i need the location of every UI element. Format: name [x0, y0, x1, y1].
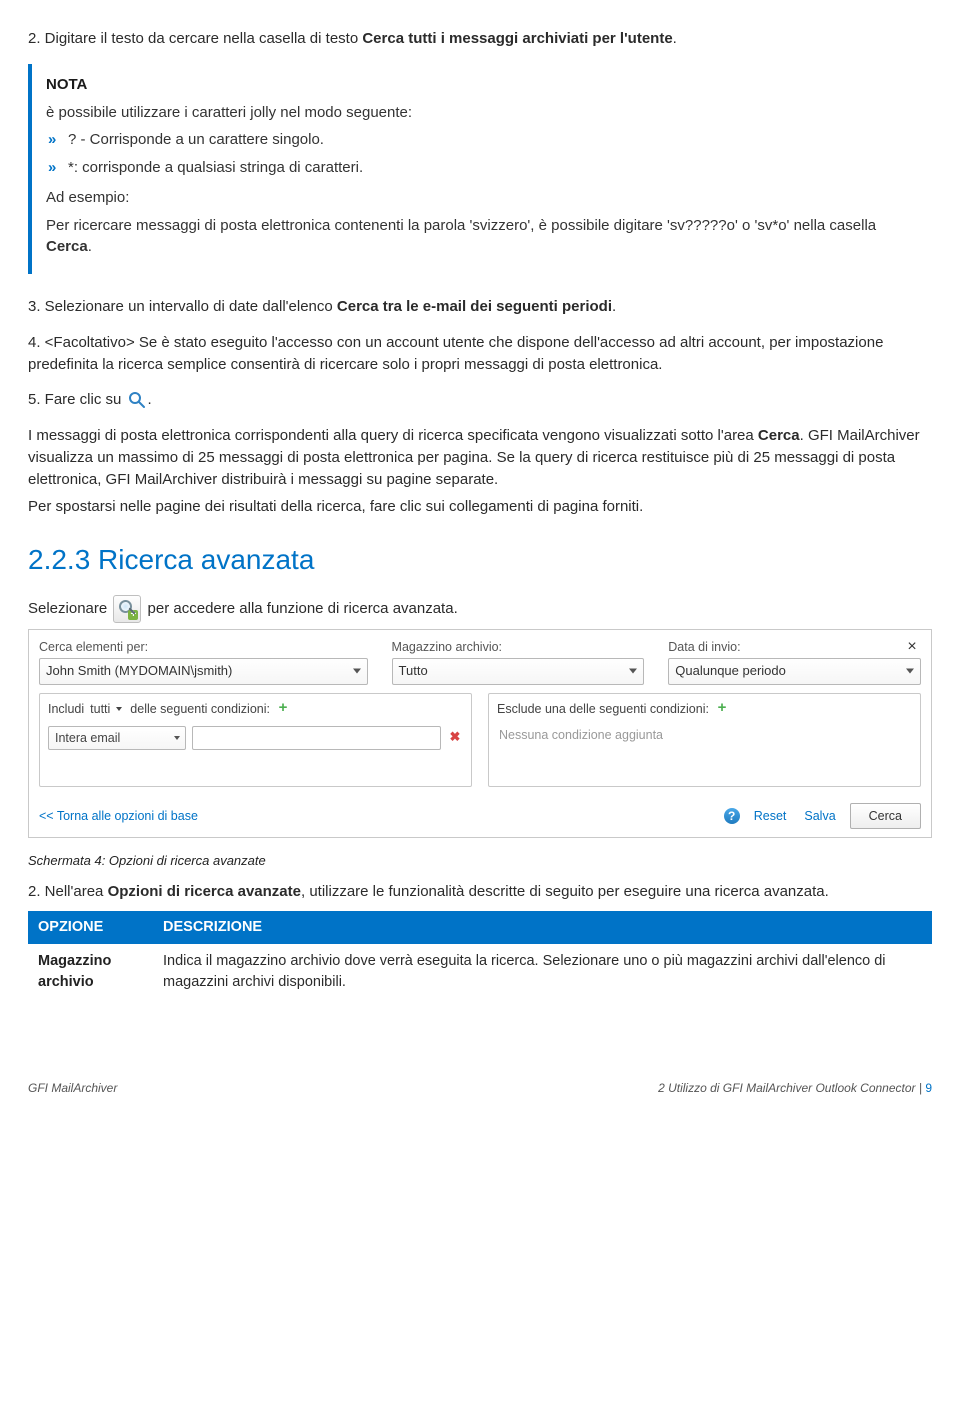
- advanced-search-icon: +: [113, 595, 141, 623]
- footer-right-text: 2 Utilizzo di GFI MailArchiver Outlook C…: [658, 1081, 915, 1095]
- step-2-bold: Cerca tutti i messaggi archiviati per l'…: [362, 30, 672, 47]
- archive-store-label: Magazzino archivio:: [392, 638, 645, 656]
- magnifier-icon: [128, 391, 146, 409]
- note-example-pre: Per ricercare messaggi di posta elettron…: [46, 217, 876, 234]
- add-include-condition-icon[interactable]: +: [276, 702, 290, 716]
- search-for-select[interactable]: John Smith (MYDOMAIN\jsmith): [39, 658, 368, 685]
- note-title: NOTA: [46, 74, 918, 96]
- include-value-input[interactable]: [192, 726, 441, 750]
- option-name: Magazzino archivio: [28, 944, 153, 1000]
- step-2b-bold: Opzioni di ricerca avanzate: [108, 883, 301, 900]
- note-example-post: .: [88, 238, 92, 255]
- table-header-description: DESCRIZIONE: [153, 911, 932, 944]
- step-3-post: .: [612, 298, 616, 315]
- results-paragraph-2: Per spostarsi nelle pagine dei risultati…: [28, 496, 932, 518]
- send-date-select[interactable]: Qualunque periodo: [668, 658, 921, 685]
- results-p1-pre: I messaggi di posta elettronica corrispo…: [28, 427, 758, 444]
- search-button[interactable]: Cerca: [850, 803, 921, 829]
- step-4: 4. <Facoltativo> Se è stato eseguito l'a…: [28, 332, 932, 376]
- include-field-select[interactable]: Intera email: [48, 726, 186, 750]
- step-3: 3. Selezionare un intervallo di date dal…: [28, 296, 932, 318]
- step-2-post: .: [673, 30, 677, 47]
- note-block: NOTA è possibile utilizzare i caratteri …: [28, 64, 932, 274]
- exclude-label: Esclude una delle seguenti condizioni:: [497, 700, 709, 718]
- exclude-conditions-box: Esclude una delle seguenti condizioni: +…: [488, 693, 921, 787]
- send-date-label: Data di invio:: [668, 638, 921, 656]
- page-footer: GFI MailArchiver 2 Utilizzo di GFI MailA…: [28, 1080, 932, 1097]
- results-paragraph-1: I messaggi di posta elettronica corrispo…: [28, 425, 932, 490]
- table-header-option: OPZIONE: [28, 911, 153, 944]
- include-post: delle seguenti condizioni:: [130, 700, 270, 718]
- back-to-basic-link[interactable]: << Torna alle opzioni di base: [39, 807, 724, 825]
- close-icon[interactable]: ×: [903, 638, 921, 656]
- include-conditions-box: Includi tutti delle seguenti condizioni:…: [39, 693, 472, 787]
- advanced-intro-pre: Selezionare: [28, 600, 111, 617]
- footer-right: 2 Utilizzo di GFI MailArchiver Outlook C…: [658, 1080, 932, 1097]
- note-example-bold: Cerca: [46, 238, 88, 255]
- save-button[interactable]: Salva: [800, 807, 839, 825]
- footer-left: GFI MailArchiver: [28, 1080, 117, 1097]
- include-mode-select[interactable]: tutti: [90, 700, 124, 718]
- note-item-1: ? - Corrisponde a un carattere singolo.: [46, 129, 918, 151]
- results-p1-bold: Cerca: [758, 427, 800, 444]
- figure-caption: Schermata 4: Opzioni di ricerca avanzate: [28, 852, 932, 871]
- option-description: Indica il magazzino archivio dove verrà …: [153, 944, 932, 1000]
- help-icon[interactable]: ?: [724, 808, 740, 824]
- note-list: ? - Corrisponde a un carattere singolo. …: [46, 129, 918, 179]
- footer-page-number: 9: [925, 1081, 932, 1095]
- advanced-intro: Selezionare + per accedere alla funzione…: [28, 595, 932, 623]
- step-5-post: .: [148, 391, 152, 408]
- options-table: OPZIONE DESCRIZIONE Magazzino archivio I…: [28, 911, 932, 1000]
- step-2b-pre: 2. Nell'area: [28, 883, 108, 900]
- step-2b-post: , utilizzare le funzionalità descritte d…: [301, 883, 829, 900]
- step-2b: 2. Nell'area Opzioni di ricerca avanzate…: [28, 881, 932, 903]
- step-5-pre: 5. Fare clic su: [28, 391, 126, 408]
- note-intro: è possibile utilizzare i caratteri jolly…: [46, 102, 918, 124]
- note-example-body: Per ricercare messaggi di posta elettron…: [46, 215, 918, 259]
- table-row: Magazzino archivio Indica il magazzino a…: [28, 944, 932, 1000]
- search-for-label: Cerca elementi per:: [39, 638, 368, 656]
- archive-store-select[interactable]: Tutto: [392, 658, 645, 685]
- step-3-bold: Cerca tra le e-mail dei seguenti periodi: [337, 298, 612, 315]
- exclude-placeholder: Nessuna condizione aggiunta: [497, 722, 912, 762]
- note-item-2: *: corrisponde a qualsiasi stringa di ca…: [46, 157, 918, 179]
- include-pre: Includi: [48, 700, 84, 718]
- add-exclude-condition-icon[interactable]: +: [715, 702, 729, 716]
- step-3-pre: 3. Selezionare un intervallo di date dal…: [28, 298, 337, 315]
- advanced-intro-post: per accedere alla funzione di ricerca av…: [143, 600, 457, 617]
- section-title: 2.2.3 Ricerca avanzata: [28, 540, 932, 581]
- note-example-label: Ad esempio:: [46, 187, 918, 209]
- remove-condition-icon[interactable]: ✖: [447, 728, 463, 747]
- step-2: 2. Digitare il testo da cercare nella ca…: [28, 28, 932, 50]
- advanced-search-panel: Cerca elementi per: John Smith (MYDOMAIN…: [28, 629, 932, 838]
- footer-sep: |: [916, 1081, 926, 1095]
- reset-button[interactable]: Reset: [750, 807, 791, 825]
- step-2-pre: 2. Digitare il testo da cercare nella ca…: [28, 30, 362, 47]
- step-5: 5. Fare clic su .: [28, 389, 932, 411]
